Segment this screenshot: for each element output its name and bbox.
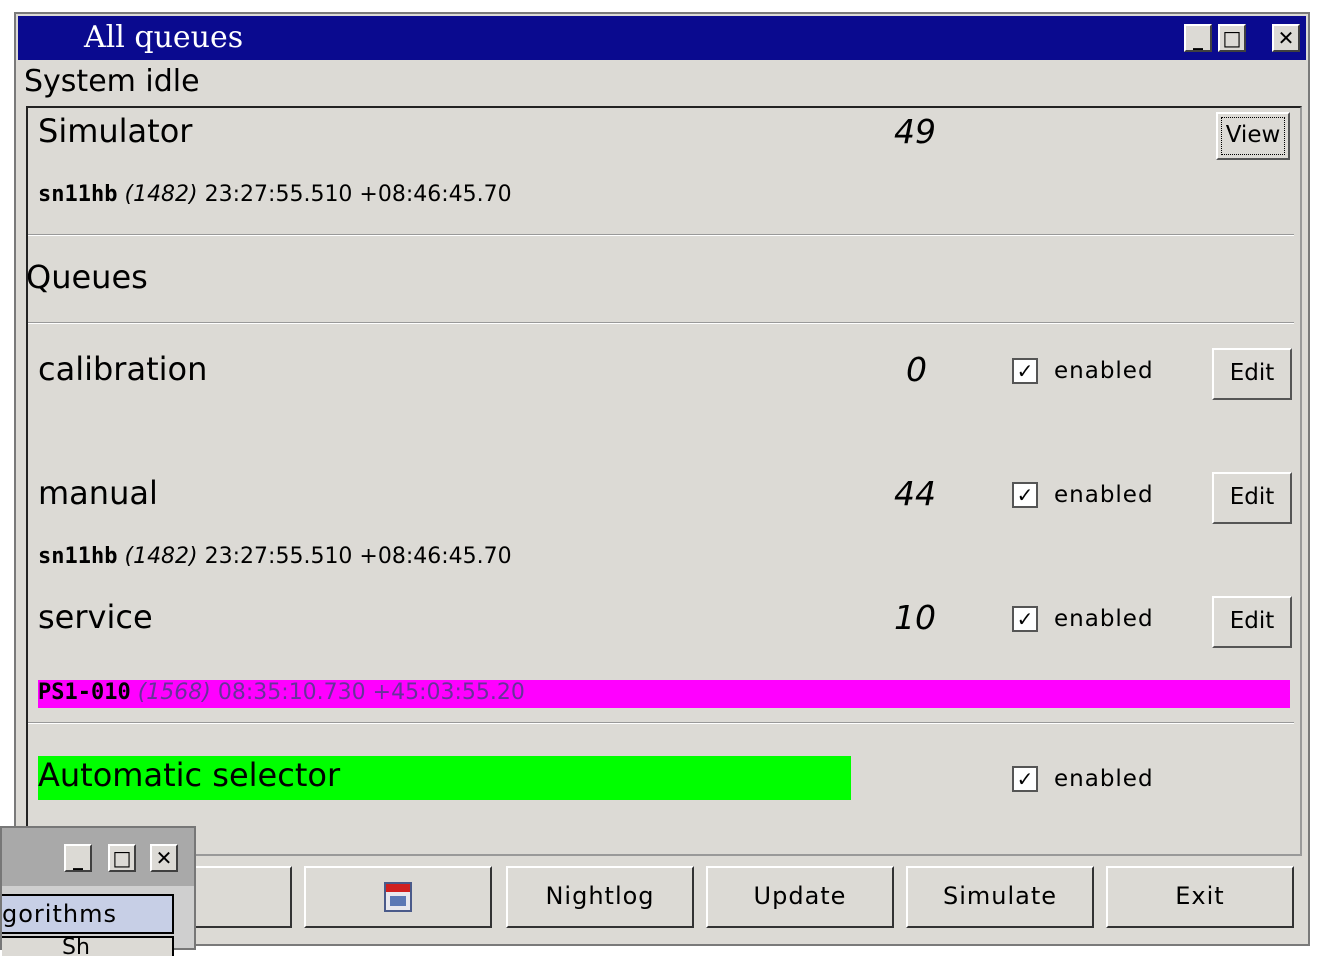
secondary-title-bar[interactable]: _ □ ✕ <box>2 828 194 886</box>
queue-manual-edit-button[interactable]: Edit <box>1212 472 1292 524</box>
target-coords: 08:35:10.730 +45:03:55.20 <box>217 680 525 705</box>
secondary-maximize-button[interactable]: □ <box>108 844 136 872</box>
calendar-save-icon <box>384 882 412 912</box>
view-button[interactable]: View <box>1216 112 1290 160</box>
checkbox[interactable]: ✓ <box>1012 358 1038 384</box>
divider <box>28 234 1294 236</box>
checkbox[interactable]: ✓ <box>1012 482 1038 508</box>
target-number: (1568) <box>137 680 211 705</box>
queues-heading: Queues <box>26 258 148 296</box>
checkbox-label: enabled <box>1054 482 1154 508</box>
secondary-window: _ □ ✕ gorithms Sh <box>0 826 196 956</box>
algorithms-menu-item[interactable]: gorithms <box>2 894 174 934</box>
secondary-close-button[interactable]: ✕ <box>150 844 178 872</box>
queue-calibration-edit-button[interactable]: Edit <box>1212 348 1292 400</box>
exit-button[interactable]: Exit <box>1106 866 1294 928</box>
queue-service-target-info: PS1-010 (1568) 08:35:10.730 +45:03:55.20 <box>38 680 525 705</box>
simulator-count: 49 <box>894 112 936 151</box>
calendar-save-button[interactable] <box>304 866 492 928</box>
checkbox[interactable]: ✓ <box>1012 606 1038 632</box>
queue-service-enabled[interactable]: ✓ enabled <box>1012 606 1154 632</box>
simulate-button[interactable]: Simulate <box>906 866 1094 928</box>
target-id: sn11hb <box>38 544 118 569</box>
window-title: All queues <box>84 20 244 55</box>
checkbox[interactable]: ✓ <box>1012 766 1038 792</box>
auto-selector-label: Automatic selector <box>38 756 341 794</box>
close-button[interactable]: ✕ <box>1272 24 1300 52</box>
main-window: All queues _ □ ✕ System idle Simulator 4… <box>14 12 1310 946</box>
maximize-button[interactable]: □ <box>1218 24 1246 52</box>
queue-manual-name: manual <box>38 474 158 512</box>
queue-manual-count: 44 <box>894 474 936 513</box>
target-id: PS1-010 <box>38 680 131 705</box>
system-status: System idle <box>24 64 200 99</box>
auto-selector-enabled[interactable]: ✓ enabled <box>1012 766 1154 792</box>
queue-calibration-count: 0 <box>906 350 927 389</box>
update-button[interactable]: Update <box>706 866 894 928</box>
divider <box>28 322 1294 324</box>
target-coords: 23:27:55.510 +08:46:45.70 <box>204 182 512 207</box>
nightlog-button[interactable]: Nightlog <box>506 866 694 928</box>
queue-service-count: 10 <box>894 598 936 637</box>
title-bar[interactable]: All queues _ □ ✕ <box>18 16 1306 60</box>
queue-service-name: service <box>38 598 153 636</box>
checkbox-label: enabled <box>1054 606 1154 632</box>
queue-service-edit-button[interactable]: Edit <box>1212 596 1292 648</box>
secondary-minimize-button[interactable]: _ <box>64 844 92 872</box>
checkbox-label: enabled <box>1054 358 1154 384</box>
minimize-button[interactable]: _ <box>1184 24 1212 52</box>
queue-calibration-enabled[interactable]: ✓ enabled <box>1012 358 1154 384</box>
queues-panel: Simulator 49 View sn11hb (1482) 23:27:55… <box>26 106 1302 856</box>
target-id: sn11hb <box>38 182 118 207</box>
target-number: (1482) <box>124 182 198 207</box>
secondary-menu-item[interactable]: Sh <box>2 936 174 956</box>
simulator-label: Simulator <box>38 112 193 150</box>
queue-manual-enabled[interactable]: ✓ enabled <box>1012 482 1154 508</box>
queue-manual-target-info: sn11hb (1482) 23:27:55.510 +08:46:45.70 <box>38 544 512 569</box>
checkbox-label: enabled <box>1054 766 1154 792</box>
divider <box>28 722 1294 724</box>
simulator-target-info: sn11hb (1482) 23:27:55.510 +08:46:45.70 <box>38 182 512 207</box>
target-number: (1482) <box>124 544 198 569</box>
target-coords: 23:27:55.510 +08:46:45.70 <box>204 544 512 569</box>
queue-calibration-name: calibration <box>38 350 208 388</box>
